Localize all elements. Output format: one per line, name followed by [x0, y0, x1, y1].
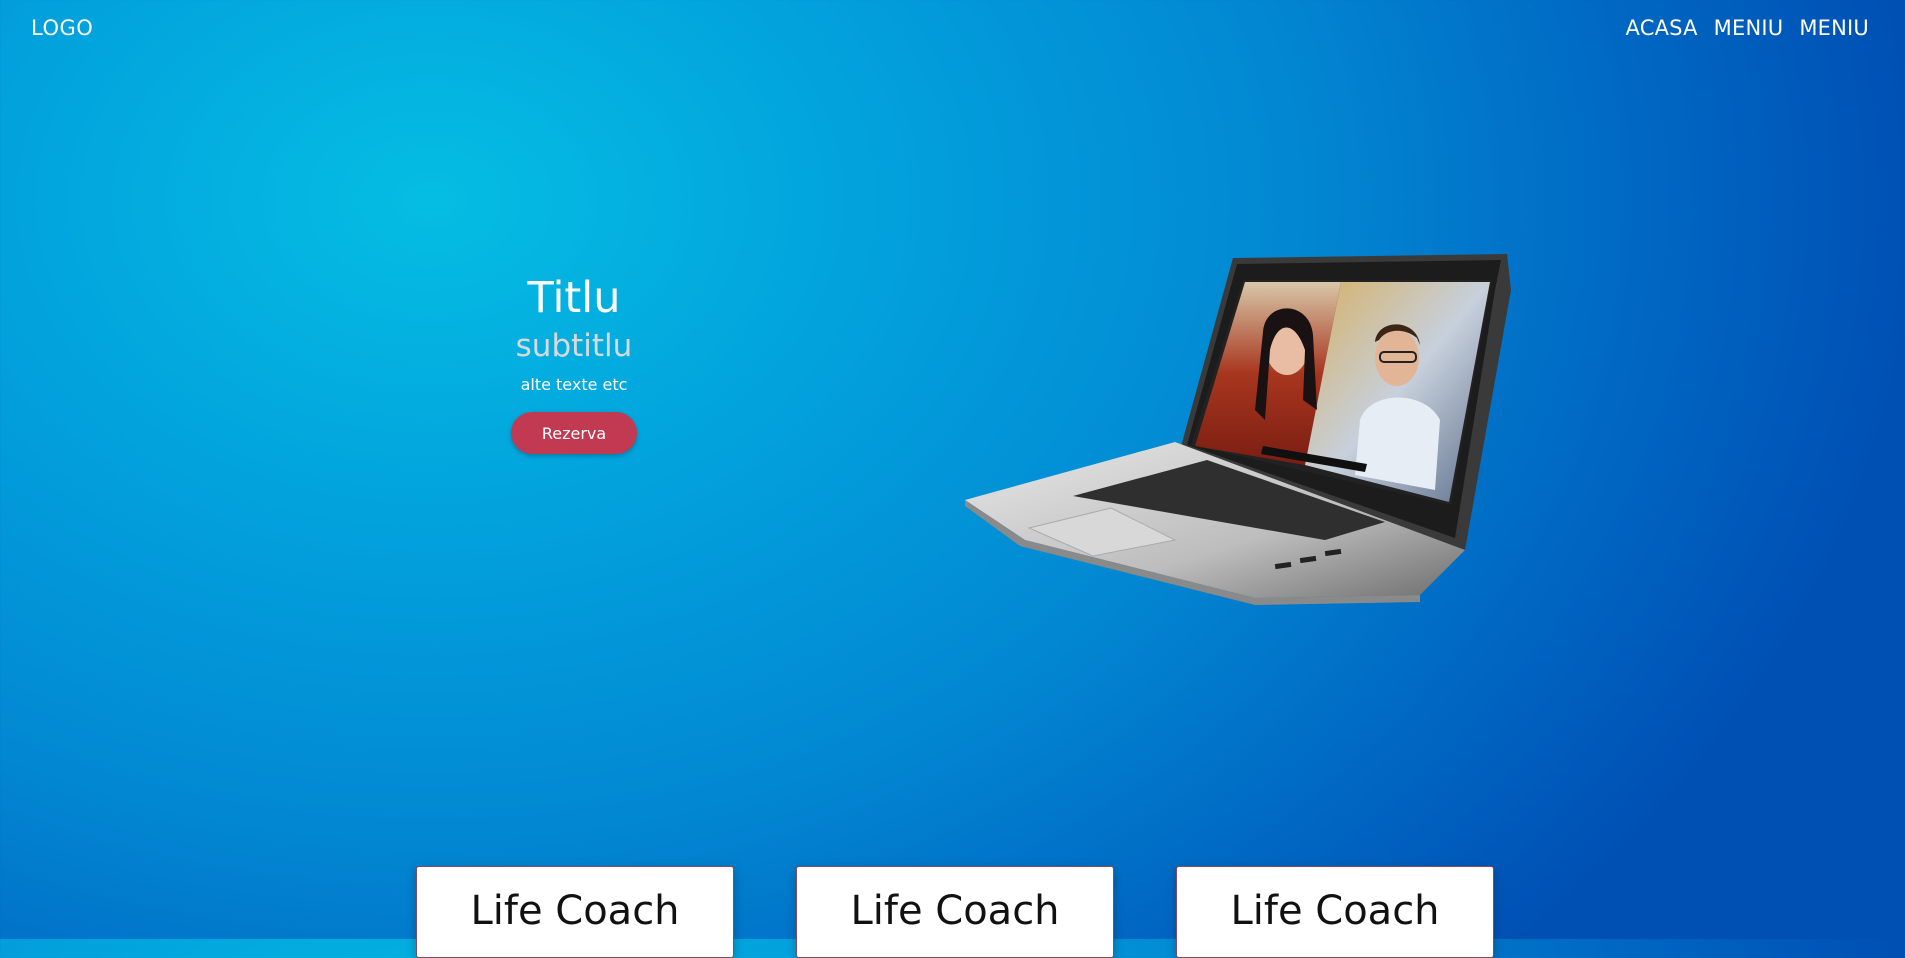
hero-section: Titlu subtitlu alte texte etc Rezerva — [460, 270, 688, 454]
service-card[interactable]: Life Coach — [796, 866, 1114, 958]
main-nav: ACASA MENIU MENIU — [1626, 16, 1869, 40]
nav-item-meniu-2[interactable]: MENIU — [1799, 16, 1869, 40]
top-navbar: LOGO ACASA MENIU MENIU — [0, 0, 1905, 58]
card-title: Life Coach — [850, 888, 1060, 934]
nav-item-acasa[interactable]: ACASA — [1626, 16, 1698, 40]
card-title: Life Coach — [1230, 888, 1440, 934]
nav-item-meniu-1[interactable]: MENIU — [1714, 16, 1784, 40]
hero-subtitle: subtitlu — [515, 328, 633, 364]
reserve-button[interactable]: Rezerva — [511, 412, 637, 454]
hero-title: Titlu — [527, 273, 621, 323]
service-card[interactable]: Life Coach — [1176, 866, 1494, 958]
hero-text: alte texte etc — [520, 375, 628, 394]
cards-row: Life Coach Life Coach Life Coach — [0, 866, 1905, 958]
card-title: Life Coach — [470, 888, 680, 934]
service-card[interactable]: Life Coach — [416, 866, 734, 958]
logo-link[interactable]: LOGO — [31, 16, 93, 40]
laptop-image — [965, 254, 1511, 605]
